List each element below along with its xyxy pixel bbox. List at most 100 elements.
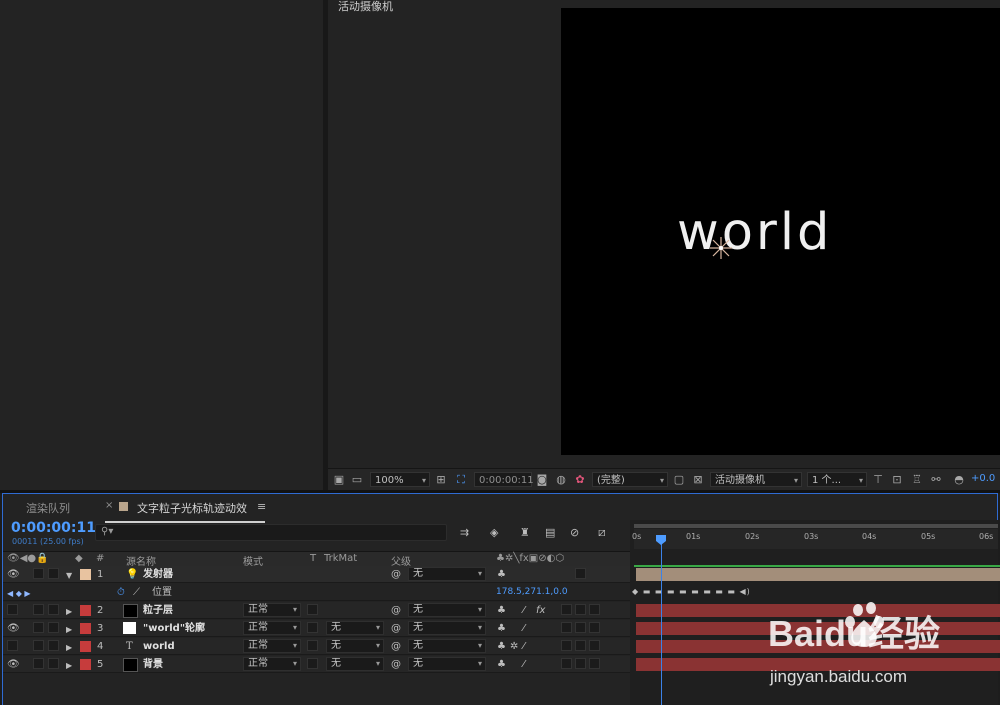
trkmat-dropdown[interactable]: 无 ▾ bbox=[326, 621, 384, 635]
property-row[interactable]: ◀ ◆ ▶ ⏱ ⟋ 位置 178.5,271.1,0.0 bbox=[3, 584, 630, 601]
lock-switch[interactable] bbox=[48, 658, 59, 669]
frame-blend-switch[interactable] bbox=[561, 604, 572, 615]
graph-editor-icon[interactable]: ⧄ bbox=[598, 525, 606, 540]
column-trkmat[interactable]: TrkMat bbox=[324, 553, 357, 564]
trkmat-dropdown[interactable]: 无 ▾ bbox=[326, 657, 384, 671]
lock-switch[interactable] bbox=[48, 640, 59, 651]
pickwhip-icon[interactable]: @ bbox=[391, 622, 401, 635]
shy-switch-icon[interactable]: ♣ bbox=[497, 604, 506, 617]
zoom-dropdown[interactable]: 100% ▾ bbox=[370, 472, 430, 487]
effects-switch-icon[interactable]: fx bbox=[536, 604, 545, 617]
graph-icon[interactable]: ⟋ bbox=[133, 586, 140, 599]
mode-dropdown[interactable]: 正常 ▾ bbox=[243, 621, 301, 635]
layer-row[interactable]: 👁 ▶ 5 背景 正常 ▾ 无 ▾ @ 无 ▾ ♣ ⁄ bbox=[3, 656, 630, 673]
keyframes-track[interactable]: ◆ ▬ ▬ ▬ ▬ ▬ ▬ ▬ ▬ ◀) bbox=[632, 587, 762, 599]
visibility-switch[interactable] bbox=[7, 640, 18, 651]
expand-arrow-icon[interactable]: ▶ bbox=[66, 659, 72, 672]
show-snapshot-icon[interactable]: ◍ bbox=[554, 473, 568, 486]
label-column-icon[interactable]: ◆ bbox=[75, 553, 83, 564]
mask-visibility-icon[interactable]: ⛶ bbox=[454, 473, 468, 486]
trkmat-dropdown[interactable]: 无 ▾ bbox=[326, 639, 384, 653]
current-time-field[interactable]: 0:00:00:11 bbox=[474, 472, 534, 487]
tab-render-queue[interactable]: 渲染队列 bbox=[26, 500, 70, 516]
solo-switch[interactable] bbox=[33, 568, 44, 579]
label-color-chip[interactable] bbox=[80, 605, 91, 616]
shy-switch-icon[interactable]: ♣ bbox=[497, 658, 506, 671]
parent-dropdown[interactable]: 无 ▾ bbox=[408, 621, 486, 635]
quality-switch-icon[interactable]: ⁄ bbox=[523, 604, 525, 617]
motion-blur-icon[interactable]: ⊘ bbox=[570, 526, 579, 539]
motion-blur-switch[interactable] bbox=[575, 604, 586, 615]
quality-switch-icon[interactable]: ⁄ bbox=[523, 658, 525, 671]
adjustment-switch[interactable] bbox=[589, 604, 600, 615]
quality-switch-icon[interactable]: ⁄ bbox=[523, 640, 525, 653]
stopwatch-icon[interactable]: ⏱ bbox=[117, 586, 125, 599]
eye-icon[interactable]: 👁 bbox=[7, 622, 20, 635]
hide-shy-layers-icon[interactable]: ♜ bbox=[520, 526, 530, 539]
channel-icon[interactable]: ✿ bbox=[573, 473, 587, 486]
av-features-icons[interactable]: 👁◀●🔒 bbox=[7, 553, 49, 564]
motion-blur-switch[interactable] bbox=[575, 622, 586, 633]
exposure-value[interactable]: +0.0 bbox=[971, 473, 995, 484]
shy-switch-icon[interactable]: ♣ bbox=[497, 640, 506, 653]
frame-blending-icon[interactable]: ▤ bbox=[545, 526, 555, 539]
work-area-bar[interactable] bbox=[634, 524, 998, 528]
snapshot-icon[interactable]: ◙ bbox=[535, 473, 549, 486]
eye-icon[interactable]: 👁 bbox=[7, 658, 20, 671]
preserve-transparency-switch[interactable] bbox=[307, 640, 318, 651]
adjustment-switch[interactable] bbox=[589, 622, 600, 633]
timeline-icon[interactable]: ♖ bbox=[910, 473, 924, 486]
layer-row[interactable]: 👁 ▶ 3 "world"轮廓 正常 ▾ 无 ▾ @ 无 ▾ ♣ ⁄ bbox=[3, 620, 630, 637]
preserve-transparency-switch[interactable] bbox=[307, 622, 318, 633]
region-of-interest-icon[interactable]: ▢ bbox=[672, 473, 686, 486]
expand-arrow-icon[interactable]: ▼ bbox=[66, 569, 72, 582]
composition-mini-flowchart-icon[interactable]: ⇉ bbox=[460, 526, 469, 539]
playhead-handle[interactable] bbox=[656, 535, 666, 545]
frame-blend-switch[interactable] bbox=[561, 622, 572, 633]
mode-dropdown[interactable]: 正常 ▾ bbox=[243, 639, 301, 653]
visibility-switch[interactable] bbox=[7, 604, 18, 615]
lock-switch[interactable] bbox=[48, 604, 59, 615]
parent-dropdown[interactable]: 无 ▾ bbox=[408, 657, 486, 671]
pickwhip-icon[interactable]: @ bbox=[391, 658, 401, 671]
mode-dropdown[interactable]: 正常 ▾ bbox=[243, 657, 301, 671]
frame-blend-switch[interactable] bbox=[561, 658, 572, 669]
quality-switch-icon[interactable]: ⁄ bbox=[523, 622, 525, 635]
property-value[interactable]: 178.5,271.1,0.0 bbox=[496, 586, 568, 599]
adjustment-switch[interactable] bbox=[589, 640, 600, 651]
layer-name[interactable]: world bbox=[143, 640, 175, 653]
label-color-chip[interactable] bbox=[80, 659, 91, 670]
label-color-chip[interactable] bbox=[80, 569, 91, 580]
composition-canvas[interactable]: world bbox=[561, 8, 1000, 455]
close-tab-icon[interactable]: × bbox=[105, 500, 113, 511]
solo-switch[interactable] bbox=[33, 622, 44, 633]
frame-blend-switch[interactable] bbox=[561, 640, 572, 651]
fast-preview-icon[interactable]: ⊡ bbox=[890, 473, 904, 486]
current-timecode[interactable]: 0:00:00:11 bbox=[11, 520, 96, 536]
eye-icon[interactable]: 👁 bbox=[7, 568, 20, 581]
pickwhip-icon[interactable]: @ bbox=[391, 604, 401, 617]
layer-row[interactable]: 👁 ▼ 1 💡 发射器 @ 无 ▾ ♣ bbox=[3, 566, 630, 583]
collapse-switch-icon[interactable]: ✲ bbox=[510, 640, 518, 653]
keyframe-navigator-icon[interactable]: ◀ ◆ ▶ bbox=[7, 587, 31, 600]
shy-switch-icon[interactable]: ♣ bbox=[497, 568, 506, 581]
layer-row[interactable]: ▶ 2 粒子层 正常 ▾ @ 无 ▾ ♣ ⁄ fx bbox=[3, 602, 630, 619]
solo-switch[interactable] bbox=[33, 658, 44, 669]
layer-name[interactable]: 背景 bbox=[143, 658, 163, 671]
label-color-chip[interactable] bbox=[80, 623, 91, 634]
preserve-transparency-switch[interactable] bbox=[307, 604, 318, 615]
flowchart-icon[interactable]: ⚯ bbox=[929, 473, 943, 486]
pickwhip-icon[interactable]: @ bbox=[391, 568, 401, 581]
transparency-grid-icon[interactable]: ⊠ bbox=[691, 473, 705, 486]
resolution-dropdown[interactable]: (完整) ▾ bbox=[592, 472, 668, 487]
adjustment-switch[interactable] bbox=[589, 658, 600, 669]
label-color-chip[interactable] bbox=[80, 641, 91, 652]
views-dropdown[interactable]: 1 个... ▾ bbox=[807, 472, 867, 487]
layer-name[interactable]: 粒子层 bbox=[143, 604, 173, 617]
3d-layer-switch[interactable] bbox=[575, 568, 586, 579]
lock-switch[interactable] bbox=[48, 622, 59, 633]
display-icon[interactable]: ▭ bbox=[350, 473, 364, 486]
layer-search-input[interactable]: ⚲▾ bbox=[95, 524, 447, 541]
expand-arrow-icon[interactable]: ▶ bbox=[66, 605, 72, 618]
motion-blur-switch[interactable] bbox=[575, 658, 586, 669]
